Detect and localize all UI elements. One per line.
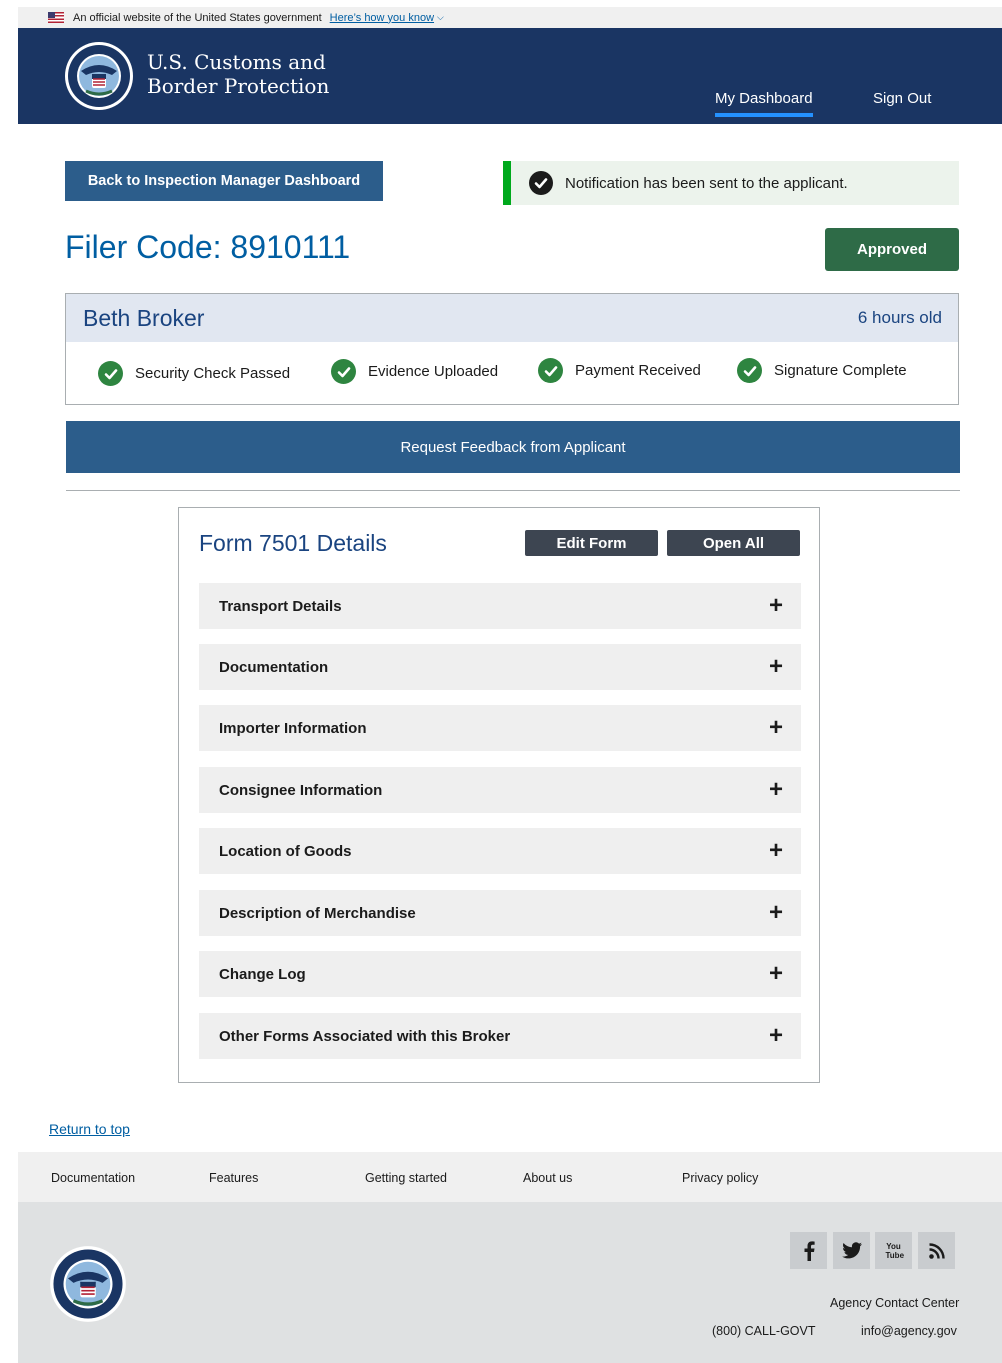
agency-name-line1: U.S. Customs and [147,50,326,74]
success-alert: Notification has been sent to the applic… [503,161,959,205]
check-security: Security Check Passed [98,361,290,386]
heres-how-you-know-link[interactable]: Here’s how you know [330,12,434,24]
alert-text: Notification has been sent to the applic… [565,174,848,192]
filer-code-title: Filer Code: 8910111 [65,229,351,265]
plus-icon[interactable]: + [769,594,783,618]
site-header: U.S. Customs and Border Protection My Da… [18,28,1002,124]
plus-icon[interactable]: + [769,839,783,863]
nav-sign-out[interactable]: Sign Out [873,90,931,107]
chevron-down-icon[interactable]: ⌵ [437,12,444,23]
accordion-documentation[interactable]: Documentation + [199,644,801,690]
agency-name-line2: Border Protection [147,74,330,98]
check-evidence: Evidence Uploaded [331,359,498,384]
check-label: Evidence Uploaded [368,363,499,380]
check-payment: Payment Received [538,358,701,383]
plus-icon[interactable]: + [769,901,783,925]
applicant-name: Beth Broker [83,304,205,331]
contact-center-heading: Agency Contact Center [830,1296,960,1310]
check-circle-icon [538,358,563,383]
check-label: Payment Received [575,362,701,379]
check-circle-icon [98,361,123,386]
accordion-label: Consignee Information [219,781,383,799]
plus-icon[interactable]: + [769,778,783,802]
request-feedback-button[interactable]: Request Feedback from Applicant [66,421,960,473]
check-signature: Signature Complete [737,358,907,383]
form-details-title: Form 7501 Details [199,530,387,556]
divider [66,490,960,491]
accordion-consignee-information[interactable]: Consignee Information + [199,767,801,813]
accordion-label: Location of Goods [219,842,352,860]
footer-link-about-us[interactable]: About us [523,1171,572,1185]
youtube-icon[interactable]: You Tube [875,1232,912,1269]
accordion-label: Importer Information [219,719,367,737]
plus-icon[interactable]: + [769,1024,783,1048]
footer-link-getting-started[interactable]: Getting started [365,1171,447,1185]
accordion-description-of-merchandise[interactable]: Description of Merchandise + [199,890,801,936]
youtube-icon-text: You Tube [885,1241,905,1260]
open-all-button[interactable]: Open All [667,530,800,556]
footer-main: You Tube Agency Contact Center (800) CAL… [18,1202,1002,1363]
footer-link-documentation[interactable]: Documentation [51,1171,135,1185]
return-to-top-link[interactable]: Return to top [49,1121,130,1137]
accordion-other-forms[interactable]: Other Forms Associated with this Broker … [199,1013,801,1059]
accordion-location-of-goods[interactable]: Location of Goods + [199,828,801,874]
applicant-card-header: Beth Broker 6 hours old [66,294,958,342]
footer-link-privacy-policy[interactable]: Privacy policy [682,1171,758,1185]
plus-icon[interactable]: + [769,716,783,740]
us-flag-icon [48,12,64,23]
agency-name[interactable]: U.S. Customs and Border Protection [147,50,329,98]
plus-icon[interactable]: + [769,962,783,986]
plus-icon[interactable]: + [769,655,783,679]
edit-form-button[interactable]: Edit Form [525,530,658,556]
accordion-label: Transport Details [219,597,342,615]
check-label: Security Check Passed [135,365,291,382]
applicant-card: Beth Broker 6 hours old Security Check P… [65,293,959,405]
gov-banner: An official website of the United States… [18,7,1002,28]
rss-icon[interactable] [918,1232,955,1269]
footer-link-features[interactable]: Features [209,1171,258,1185]
accordion-label: Change Log [219,965,306,983]
accordion-change-log[interactable]: Change Log + [199,951,801,997]
form-details-panel: Form 7501 Details Edit Form Open All Tra… [178,507,820,1083]
accordion-label: Description of Merchandise [219,904,416,922]
footer-nav: Documentation Features Getting started A… [18,1152,1002,1202]
nav-my-dashboard[interactable]: My Dashboard [715,90,813,117]
approved-status-button[interactable]: Approved [825,228,959,271]
page: An official website of the United States… [18,7,1002,1363]
dhs-seal-icon[interactable] [64,41,134,111]
check-circle-icon [331,359,356,384]
accordion-label: Documentation [219,658,329,676]
status-checks: Security Check Passed Evidence Uploaded … [66,342,958,404]
check-label: Signature Complete [774,362,907,379]
application-age: 6 hours old [857,308,942,327]
dhs-seal-icon [49,1245,127,1323]
back-to-dashboard-button[interactable]: Back to Inspection Manager Dashboard [65,161,383,201]
accordion-label: Other Forms Associated with this Broker [219,1027,511,1045]
check-circle-icon [737,358,762,383]
gov-banner-text: An official website of the United States… [73,11,322,24]
check-circle-icon [529,171,553,195]
accordion-importer-information[interactable]: Importer Information + [199,705,801,751]
twitter-icon[interactable] [833,1232,870,1269]
contact-email[interactable]: info@agency.gov [861,1324,957,1338]
accordion-transport-details[interactable]: Transport Details + [199,583,801,629]
facebook-icon[interactable] [790,1232,827,1269]
contact-phone[interactable]: (800) CALL-GOVT [712,1324,816,1338]
